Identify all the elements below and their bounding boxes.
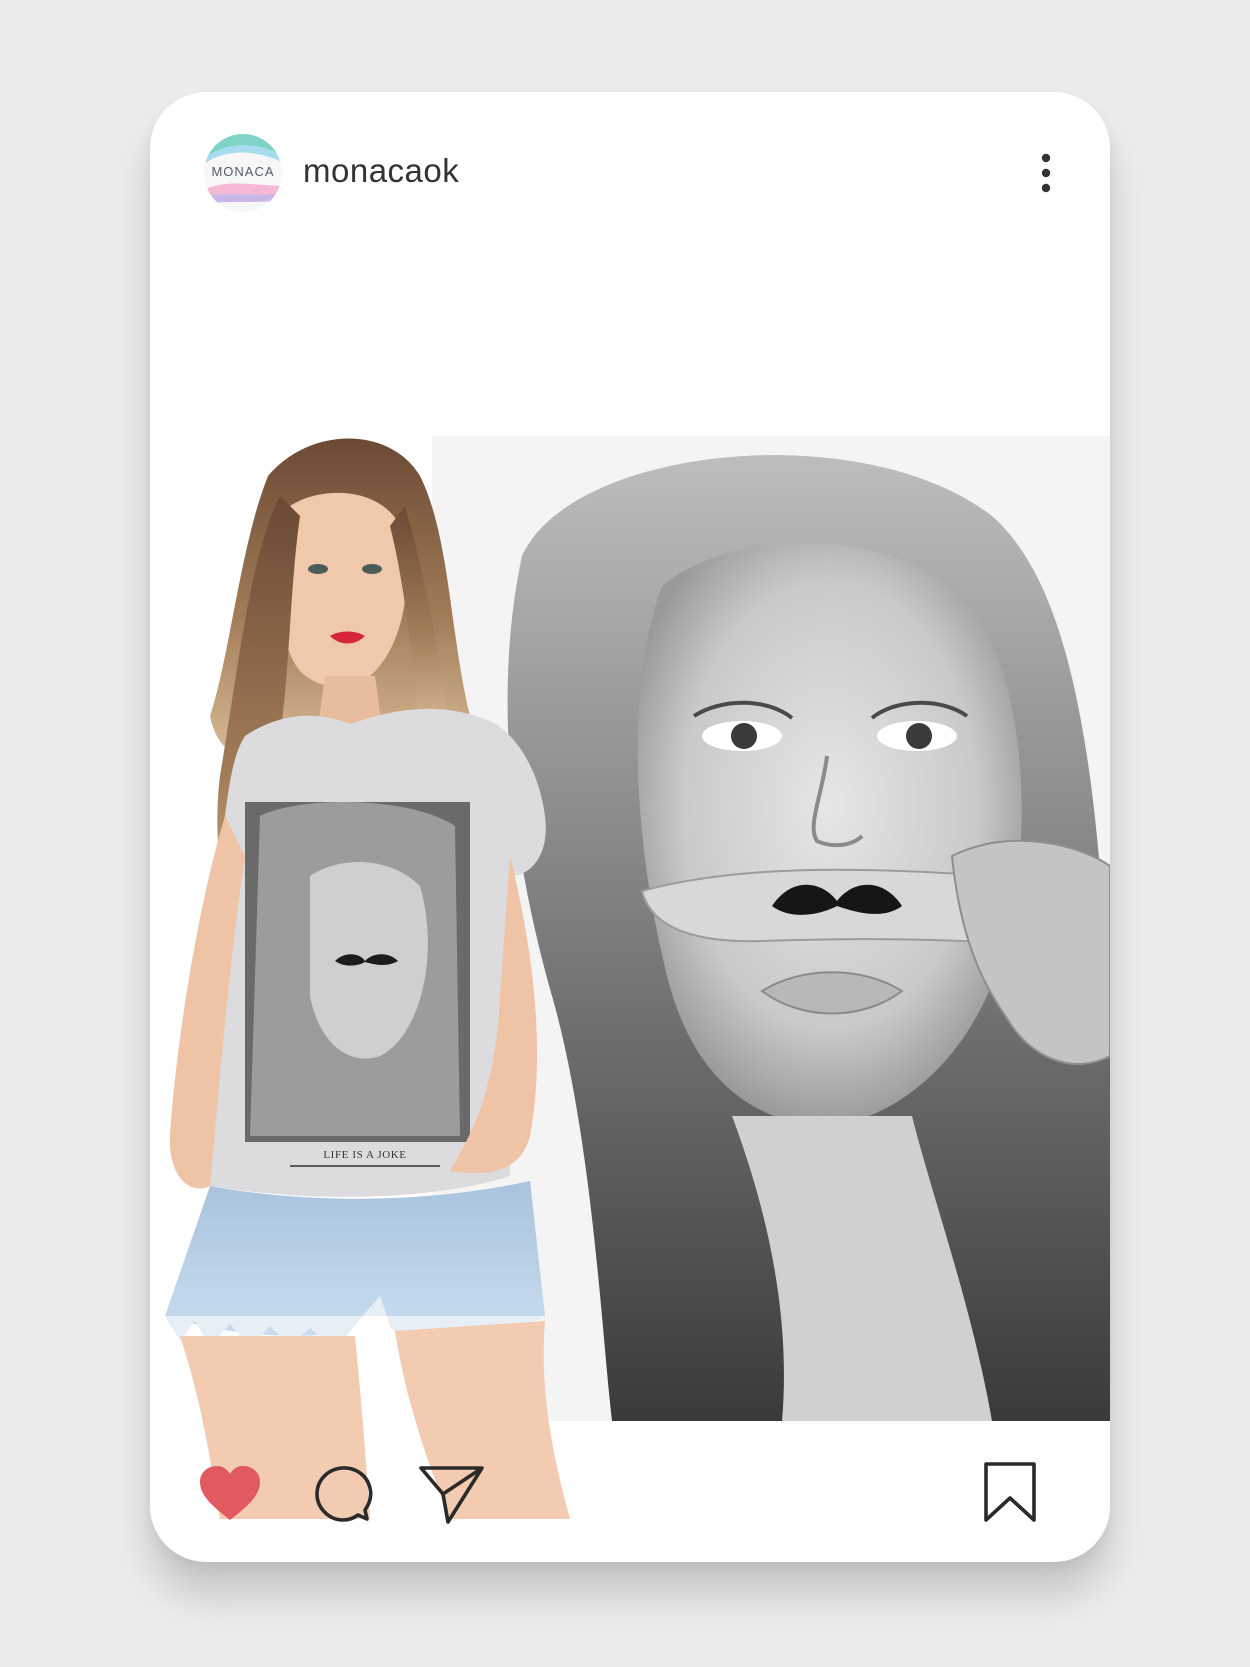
avatar-brand-text: MONACA — [211, 164, 275, 179]
comment-bubble-icon — [315, 1466, 373, 1522]
shirt-print-caption: LIFE IS A JOKE — [323, 1149, 406, 1161]
model-tshirt-photo: LIFE IS A JOKE — [150, 436, 620, 1519]
paper-plane-icon — [419, 1466, 484, 1524]
model-tshirt-illustration: LIFE IS A JOKE — [165, 438, 570, 1519]
more-options-button[interactable] — [1034, 150, 1058, 198]
heart-filled-icon — [200, 1466, 260, 1520]
more-vertical-icon — [1041, 153, 1051, 193]
post-media[interactable]: LIFE IS A JOKE — [150, 344, 1110, 1519]
post-action-bar — [150, 1422, 1110, 1562]
post-header: MONACA monacaok — [150, 92, 1110, 252]
post-username[interactable]: monacaok — [303, 152, 459, 190]
bookmark-icon — [984, 1462, 1036, 1522]
like-button[interactable] — [196, 1464, 264, 1524]
share-button[interactable] — [418, 1462, 486, 1526]
save-button[interactable] — [982, 1460, 1038, 1524]
instagram-post-card: MONACA monacaok LIFE IS A JOKE — [150, 92, 1110, 1562]
avatar[interactable]: MONACA — [204, 134, 282, 212]
comment-button[interactable] — [312, 1464, 374, 1526]
